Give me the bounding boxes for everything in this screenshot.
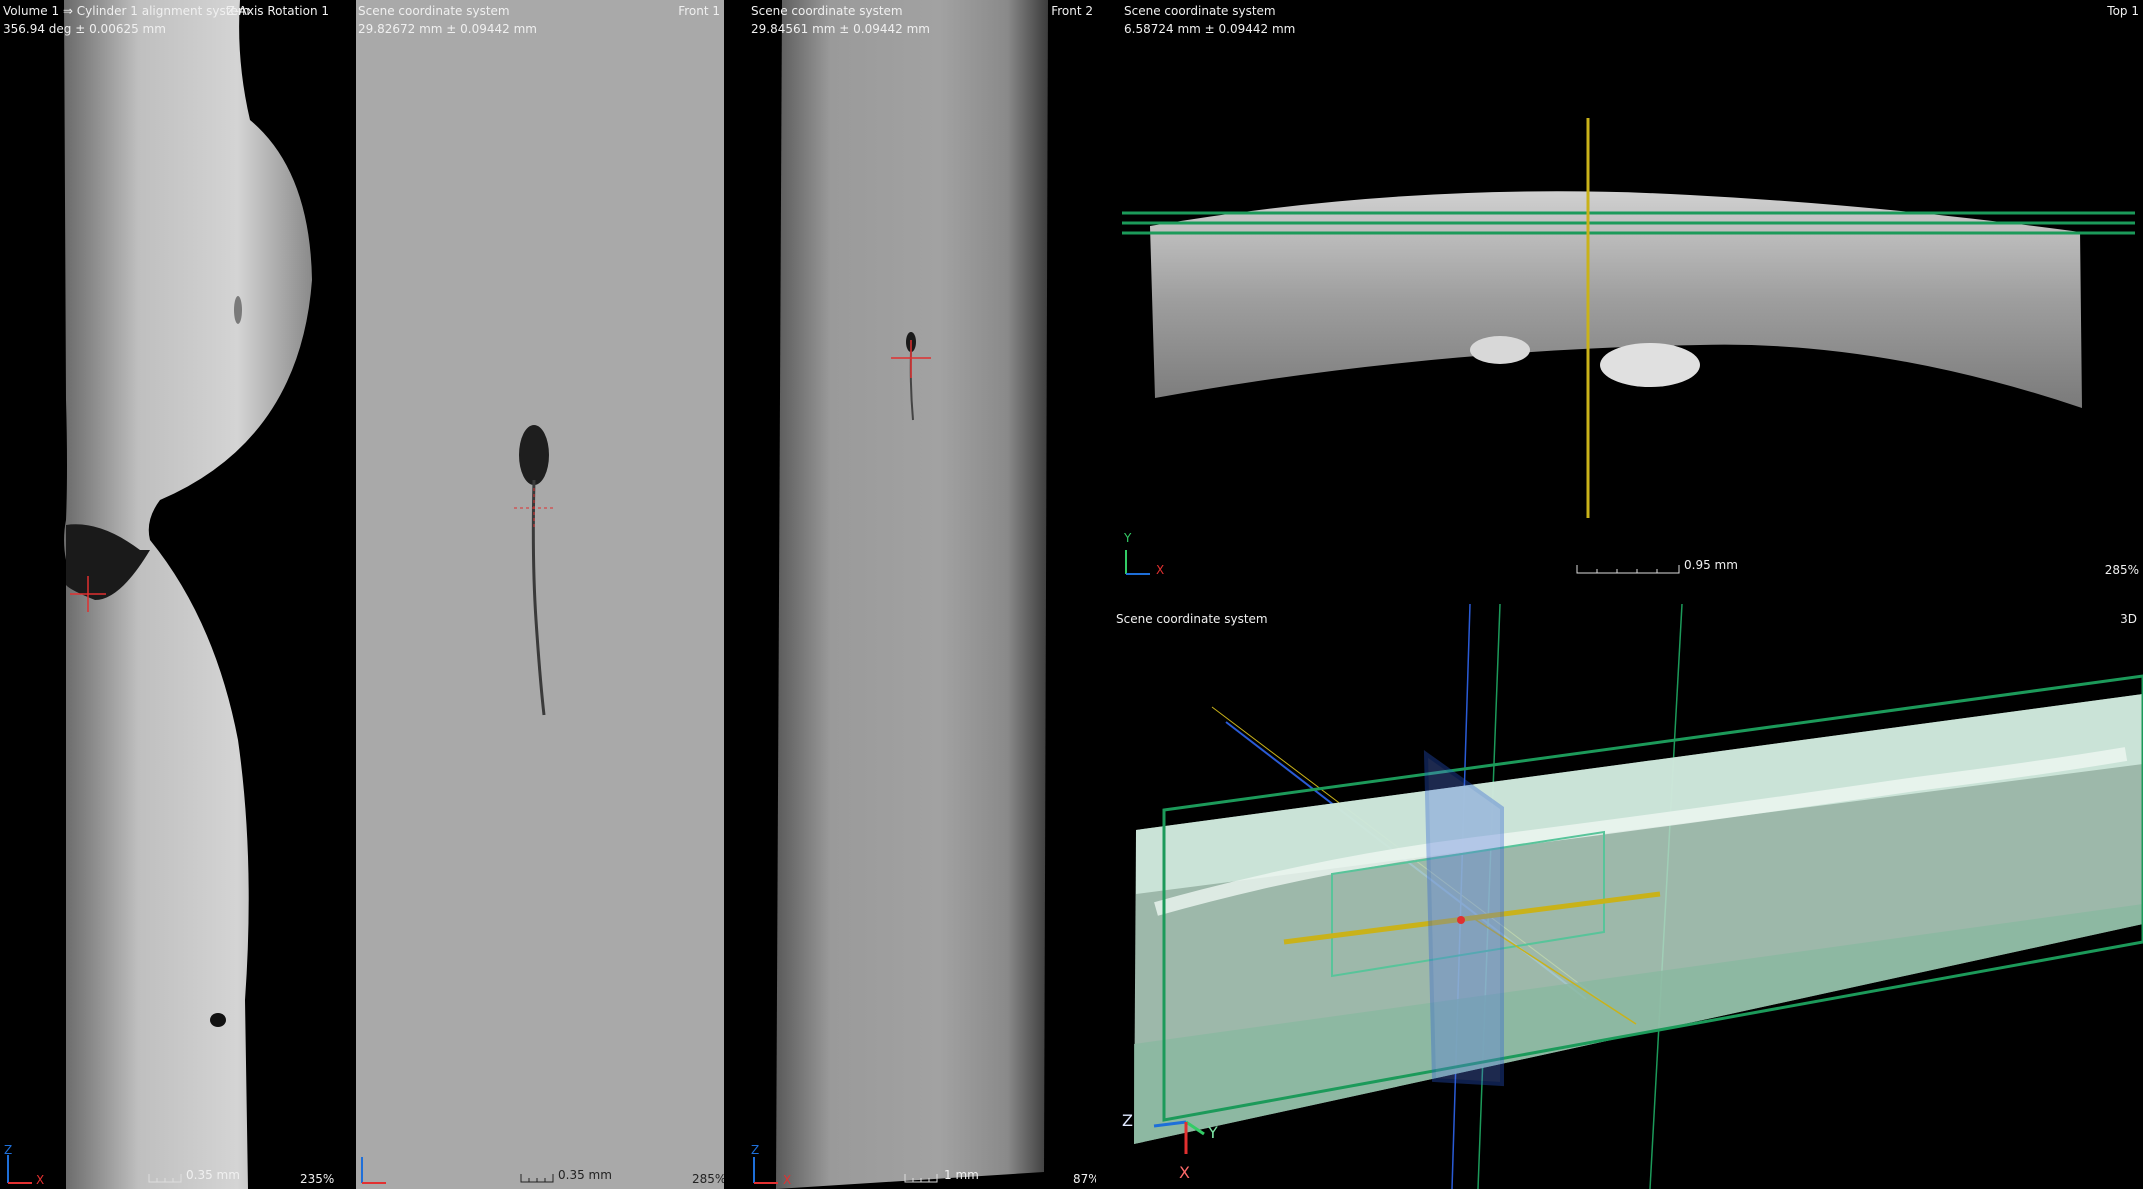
zoom-level: 285% <box>692 1172 724 1186</box>
axis-label-z: Z <box>1122 1111 1133 1130</box>
slice-image <box>1122 118 2135 518</box>
slice-image <box>356 0 724 1189</box>
scale-bar <box>1576 565 1680 574</box>
measurement-value: 356.94 deg ± 0.00625 mm <box>3 22 166 36</box>
volume-render <box>1134 604 2143 1189</box>
axis-label-y: Y <box>1208 1123 1218 1142</box>
slice-image <box>776 0 1048 1189</box>
viewport-top-1[interactable]: Scene coordinate system Top 1 6.58724 mm… <box>1120 0 2143 600</box>
viewport-z-rotation[interactable]: Volume 1 ⇒ Cylinder 1 alignment system Z… <box>0 0 355 1189</box>
measurement-point <box>1457 916 1465 924</box>
axis-label-x: X <box>1156 563 1165 577</box>
measurement-value: 6.58724 mm ± 0.09442 mm <box>1124 22 1296 36</box>
slice-image <box>64 0 312 1189</box>
zoom-level: 235% <box>300 1172 335 1186</box>
axis-label-x: X <box>1179 1163 1190 1182</box>
measurement-value: 29.82672 mm ± 0.09442 mm <box>358 22 537 36</box>
panel-title: Scene coordinate system <box>1116 612 1268 626</box>
viewport-front-2[interactable]: Scene coordinate system Front 2 29.84561… <box>748 0 1096 1189</box>
scale-bar-label: 0.35 mm <box>558 1168 612 1182</box>
axis-gizmo <box>361 1157 386 1184</box>
panel-title: Scene coordinate system <box>358 4 510 18</box>
axis-label-x: X <box>783 1173 792 1187</box>
axis-label-z: Z <box>4 1143 13 1157</box>
scale-bar <box>904 1174 938 1183</box>
scale-bar-label: 1 mm <box>944 1168 979 1182</box>
panel-title: Scene coordinate system <box>1124 4 1276 18</box>
viewport-front-1[interactable]: Scene coordinate system Front 1 29.82672… <box>356 0 724 1189</box>
axis-label-y: Y <box>1124 531 1132 545</box>
scale-bar-label: 0.95 mm <box>1684 558 1738 572</box>
axis-label-z: Z <box>751 1143 760 1157</box>
panel-view-name: Front 1 <box>678 4 720 18</box>
panel-title: Volume 1 ⇒ Cylinder 1 alignment system <box>3 4 250 18</box>
scale-bar-label: 0.35 mm <box>186 1168 240 1182</box>
scale-bar <box>148 1174 182 1183</box>
axis-label-x: X <box>36 1173 45 1187</box>
zoom-level: 285% <box>2104 563 2139 577</box>
panel-view-name: Top 1 <box>2107 4 2139 18</box>
viewport-3d[interactable]: Scene coordinate system 3D Z Y X <box>1116 604 2143 1189</box>
scale-bar <box>520 1174 554 1183</box>
panel-title: Scene coordinate system <box>751 4 903 18</box>
zoom-level: 87% <box>1073 1172 1096 1186</box>
panel-view-name: 3D <box>2120 612 2137 626</box>
panel-view-name: Front 2 <box>1051 4 1093 18</box>
panel-view-name: Z-Axis Rotation 1 <box>226 4 329 18</box>
measurement-value: 29.84561 mm ± 0.09442 mm <box>751 22 930 36</box>
